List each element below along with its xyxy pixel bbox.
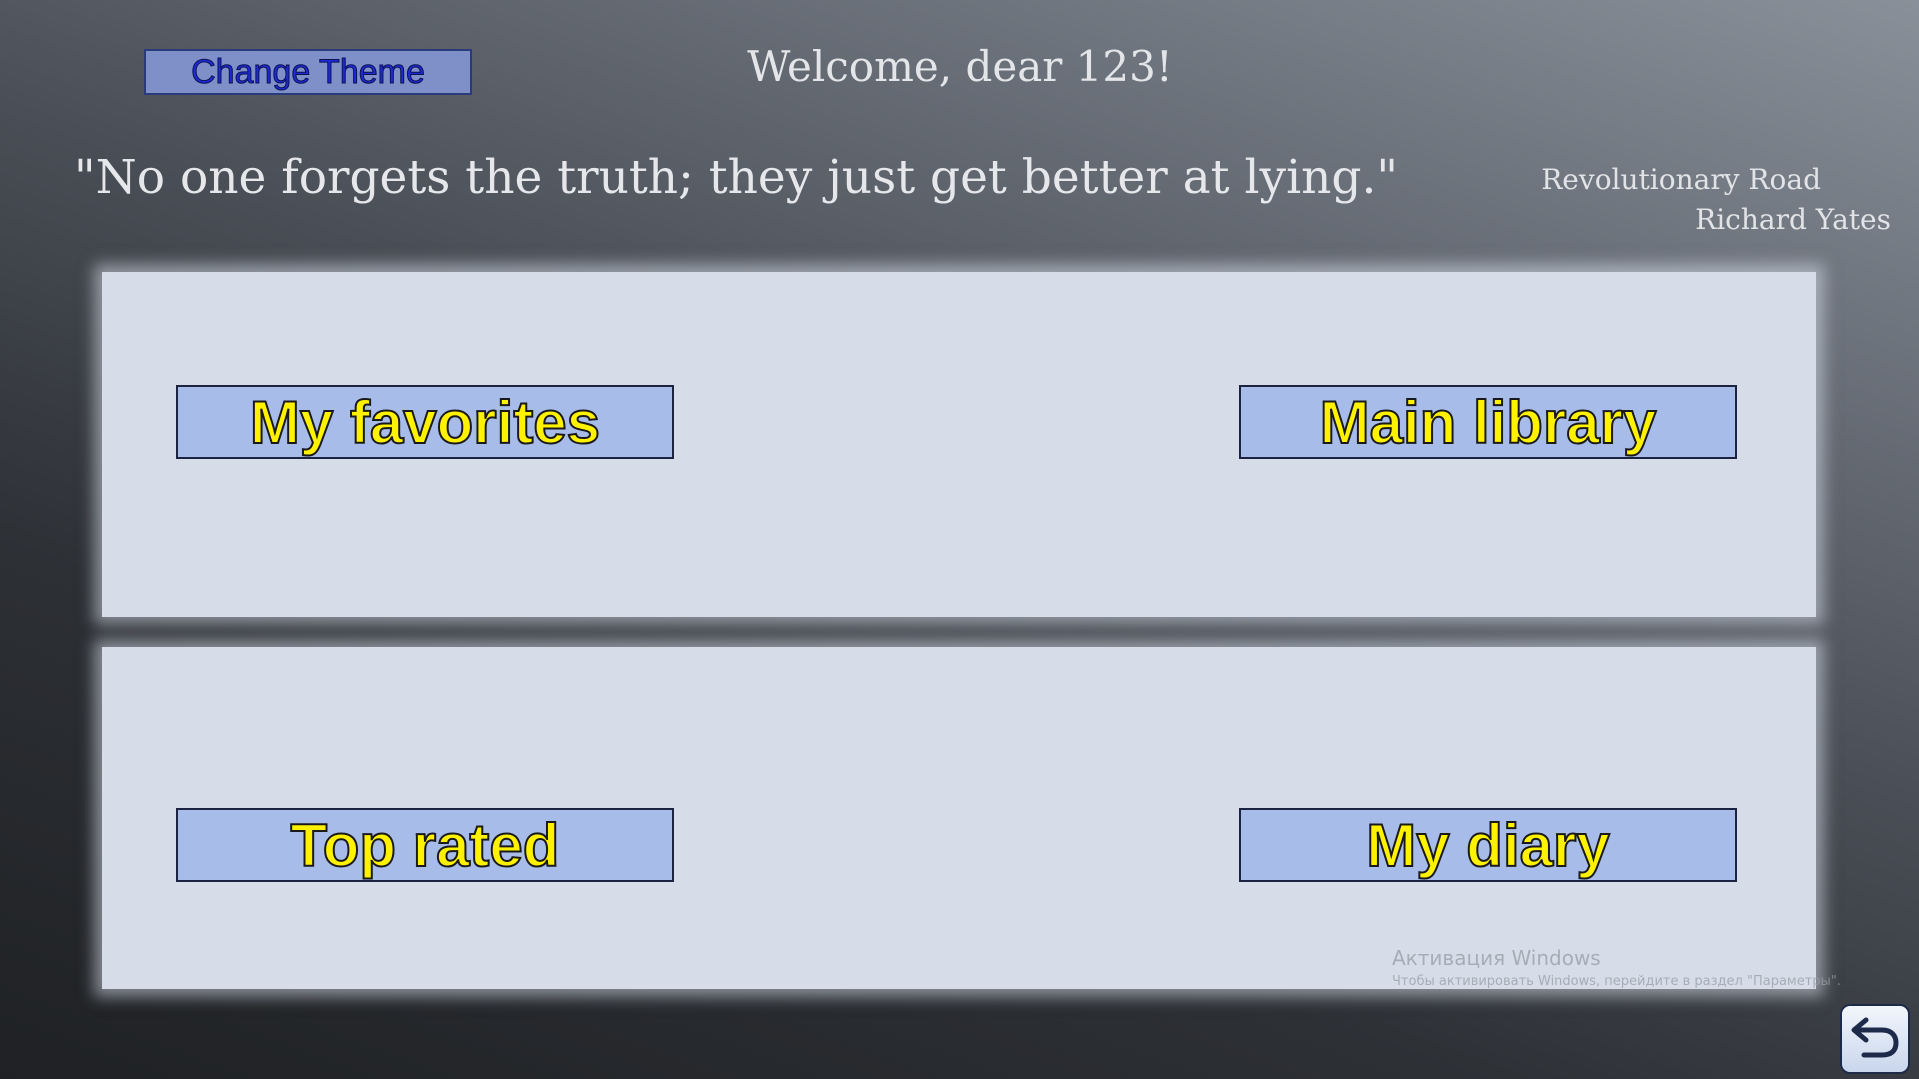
watermark-title: Активация Windows [1392, 946, 1601, 970]
quote-author: Richard Yates [1695, 203, 1891, 236]
back-button[interactable] [1840, 1004, 1910, 1074]
quote-source: Revolutionary Road Richard Yates [1541, 160, 1891, 240]
my-diary-button[interactable]: My diary [1239, 808, 1737, 882]
welcome-message: Welcome, dear 123! [747, 42, 1173, 91]
my-favorites-button[interactable]: My favorites [176, 385, 674, 459]
windows-activation-watermark: Активация Windows Чтобы активировать Win… [1392, 946, 1841, 989]
change-theme-button[interactable]: Change Theme [144, 49, 472, 95]
watermark-subtitle: Чтобы активировать Windows, перейдите в … [1392, 974, 1841, 989]
main-library-button[interactable]: Main library [1239, 385, 1737, 459]
quote-book-title: Revolutionary Road [1541, 163, 1821, 196]
quote-text: "No one forgets the truth; they just get… [74, 150, 1399, 205]
top-rated-button[interactable]: Top rated [176, 808, 674, 882]
back-arrow-icon [1848, 1012, 1902, 1066]
